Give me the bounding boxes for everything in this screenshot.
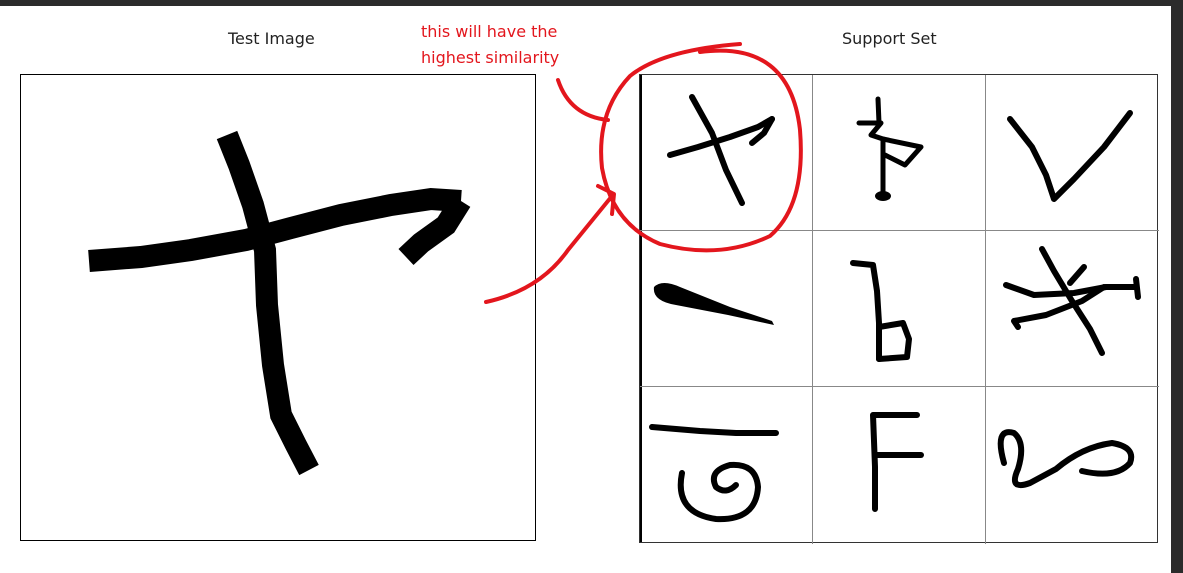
character-f-icon <box>870 412 924 512</box>
support-set-grid <box>639 74 1159 544</box>
character-v-icon <box>1007 110 1133 202</box>
support-cell-3 <box>986 75 1159 231</box>
annotation-line-1: this will have the <box>421 22 558 41</box>
arrow-flick-mark <box>556 78 610 122</box>
annotation-text: this will have the highest similarity <box>421 19 591 71</box>
window-right-edge <box>1171 0 1183 573</box>
window-top-edge <box>0 0 1183 6</box>
character-dash-icon <box>653 283 774 325</box>
test-character-image <box>88 130 471 476</box>
arrowhead-mark <box>596 184 616 216</box>
support-cell-8 <box>813 387 986 544</box>
annotation-line-2: highest similarity <box>421 48 560 67</box>
support-cell-9 <box>986 387 1159 544</box>
support-cell-6 <box>986 231 1159 387</box>
test-image-panel <box>20 74 536 541</box>
support-cell-2 <box>813 75 986 231</box>
character-ya-icon <box>667 94 775 206</box>
support-cell-4 <box>640 231 813 387</box>
support-cell-7 <box>640 387 813 544</box>
character-swirl-icon <box>649 424 779 523</box>
character-loop-icon <box>997 429 1135 489</box>
support-cell-1 <box>640 75 813 231</box>
character-asterisk-icon <box>1003 246 1141 356</box>
character-flag-icon <box>856 96 924 201</box>
test-image-title: Test Image <box>228 29 315 48</box>
character-b-icon <box>850 260 912 362</box>
support-set-title: Support Set <box>842 29 937 48</box>
support-cell-5 <box>813 231 986 387</box>
